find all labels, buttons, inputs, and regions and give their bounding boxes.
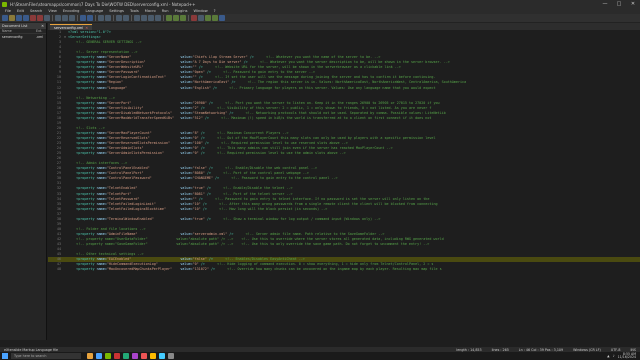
menu-item-edit[interactable]: Edit [14, 9, 27, 13]
close-all-icon[interactable] [37, 15, 43, 21]
toolbar-separator [188, 15, 189, 21]
wifi-icon[interactable]: ▲ [607, 354, 609, 358]
code-area[interactable]: 1 <?xml version="1.0"?> 2 ⊟ <ServerSettings>… [48, 30, 640, 340]
toolbar-separator [52, 15, 53, 21]
taskbar: Type here to search ▲ ♪ 8:55 AM 11/16/20… [0, 352, 640, 360]
tab-label: serverconfig.xml [54, 25, 84, 30]
zoom-in-icon[interactable] [116, 15, 122, 21]
document-list-item[interactable]: serverconfig .xml [0, 34, 46, 39]
cut-icon[interactable] [55, 15, 61, 21]
close-button[interactable]: ✕ [626, 0, 640, 8]
document-ext: .xml [36, 34, 44, 39]
paste-icon[interactable] [69, 15, 75, 21]
menu-item-language[interactable]: Language [82, 9, 106, 13]
taskbar-search-input[interactable]: Type here to search [11, 353, 81, 359]
play-macro-icon[interactable] [205, 15, 211, 21]
toolbar-separator [77, 15, 78, 21]
toolbar-separator [95, 15, 96, 21]
taskbar-app-icon[interactable] [159, 353, 165, 359]
menu-item-encoding[interactable]: Encoding [60, 9, 83, 13]
taskbar-app-icon[interactable] [132, 353, 138, 359]
status-length: length : 14,853 [456, 347, 482, 352]
menu-item-[interactable]: ? [211, 9, 219, 13]
toolbar-separator [131, 15, 132, 21]
line-number[interactable]: 48 [48, 267, 64, 272]
stop-macro-icon[interactable] [198, 15, 204, 21]
save-macro-icon[interactable] [219, 15, 225, 21]
close-file-icon[interactable] [30, 15, 36, 21]
undo-icon[interactable] [80, 15, 86, 21]
indent-guide-icon[interactable] [155, 15, 161, 21]
menu-item-window[interactable]: Window [190, 9, 210, 13]
taskbar-app-icon[interactable] [168, 353, 174, 359]
record-macro-icon[interactable] [191, 15, 197, 21]
taskbar-app-icon[interactable] [114, 353, 120, 359]
status-filetype: eXtensible Markup Language file [4, 347, 59, 352]
volume-icon[interactable]: ♪ [613, 354, 615, 358]
redo-icon[interactable] [87, 15, 93, 21]
status-position: Ln : 46 Col : 39 Pos : 3,109 [518, 347, 564, 352]
menu-item-settings[interactable]: Settings [106, 9, 127, 13]
open-file-icon[interactable] [9, 15, 15, 21]
find-icon[interactable] [98, 15, 104, 21]
save-icon[interactable] [16, 15, 22, 21]
word-wrap-icon[interactable] [141, 15, 147, 21]
document-list-panel: Document List ✕ Name Ext. serverconfig .… [0, 23, 47, 340]
replace-icon[interactable] [105, 15, 111, 21]
menu-item-file[interactable]: File [2, 9, 14, 13]
menu-item-plugins[interactable]: Plugins [172, 9, 191, 13]
status-encoding[interactable]: UTF-8 [611, 348, 621, 352]
menu-item-macro[interactable]: Macro [142, 9, 159, 13]
editor-pane[interactable]: serverconfig.xml ✕ 1 <?xml version="1.0"?… [48, 23, 640, 340]
sync-scroll-icon[interactable] [134, 15, 140, 21]
doc-map-icon[interactable] [166, 15, 172, 21]
tab-bar: serverconfig.xml ✕ [48, 23, 640, 30]
taskbar-app-icon[interactable] [96, 353, 102, 359]
document-list-close-icon[interactable]: ✕ [41, 24, 44, 28]
taskbar-apps [87, 353, 174, 359]
maximize-button[interactable]: □ [612, 0, 626, 8]
copy-icon[interactable] [62, 15, 68, 21]
folder-workspace-icon[interactable] [180, 15, 186, 21]
taskbar-app-icon[interactable] [150, 353, 156, 359]
window-title: H:\SteamFiles\steamapps\common\7 Days To… [10, 1, 196, 7]
notepadpp-icon [2, 1, 7, 7]
document-list-title: Document List [2, 24, 28, 28]
status-eol[interactable]: Windows (CR LF) [573, 348, 601, 352]
taskbar-app-icon[interactable] [141, 353, 147, 359]
menu-item-run[interactable]: Run [159, 9, 172, 13]
document-name: serverconfig [2, 34, 23, 39]
function-list-icon[interactable] [173, 15, 179, 21]
menu-item-view[interactable]: View [45, 9, 60, 13]
tab-close-icon[interactable]: ✕ [85, 26, 88, 30]
clock-date: 11/16/2024 [617, 355, 636, 359]
taskbar-app-icon[interactable] [123, 353, 129, 359]
system-tray: ▲ ♪ 8:55 AM 11/16/2024 [607, 352, 640, 360]
new-file-icon[interactable] [2, 15, 8, 21]
line-text: <property name="MaxUncoveredMapChunksPer… [76, 267, 442, 272]
toolbar [0, 14, 640, 23]
clock[interactable]: 8:55 AM 11/16/2024 [617, 352, 636, 360]
title-bar: H:\SteamFiles\steamapps\common\7 Days To… [0, 0, 640, 8]
toolbar-separator [113, 15, 114, 21]
run-macro-multiple-icon[interactable] [212, 15, 218, 21]
print-icon[interactable] [44, 15, 50, 21]
taskbar-app-icon[interactable] [87, 353, 93, 359]
menu-item-search[interactable]: Search [27, 9, 45, 13]
minimize-button[interactable]: — [598, 0, 612, 8]
toolbar-separator [163, 15, 164, 21]
start-button[interactable] [2, 353, 8, 359]
column-ext[interactable]: Ext. [36, 29, 42, 33]
status-insert-mode: INS [630, 347, 636, 352]
save-all-icon[interactable] [23, 15, 29, 21]
zoom-out-icon[interactable] [123, 15, 129, 21]
taskbar-app-icon[interactable] [105, 353, 111, 359]
show-all-chars-icon[interactable] [148, 15, 154, 21]
column-name[interactable]: Name [2, 29, 36, 33]
status-lines: lines : 265 [491, 347, 509, 352]
code-line[interactable]: 48 <property name="MaxUncoveredMapChunks… [48, 267, 640, 272]
menu-item-tools[interactable]: Tools [127, 9, 142, 13]
